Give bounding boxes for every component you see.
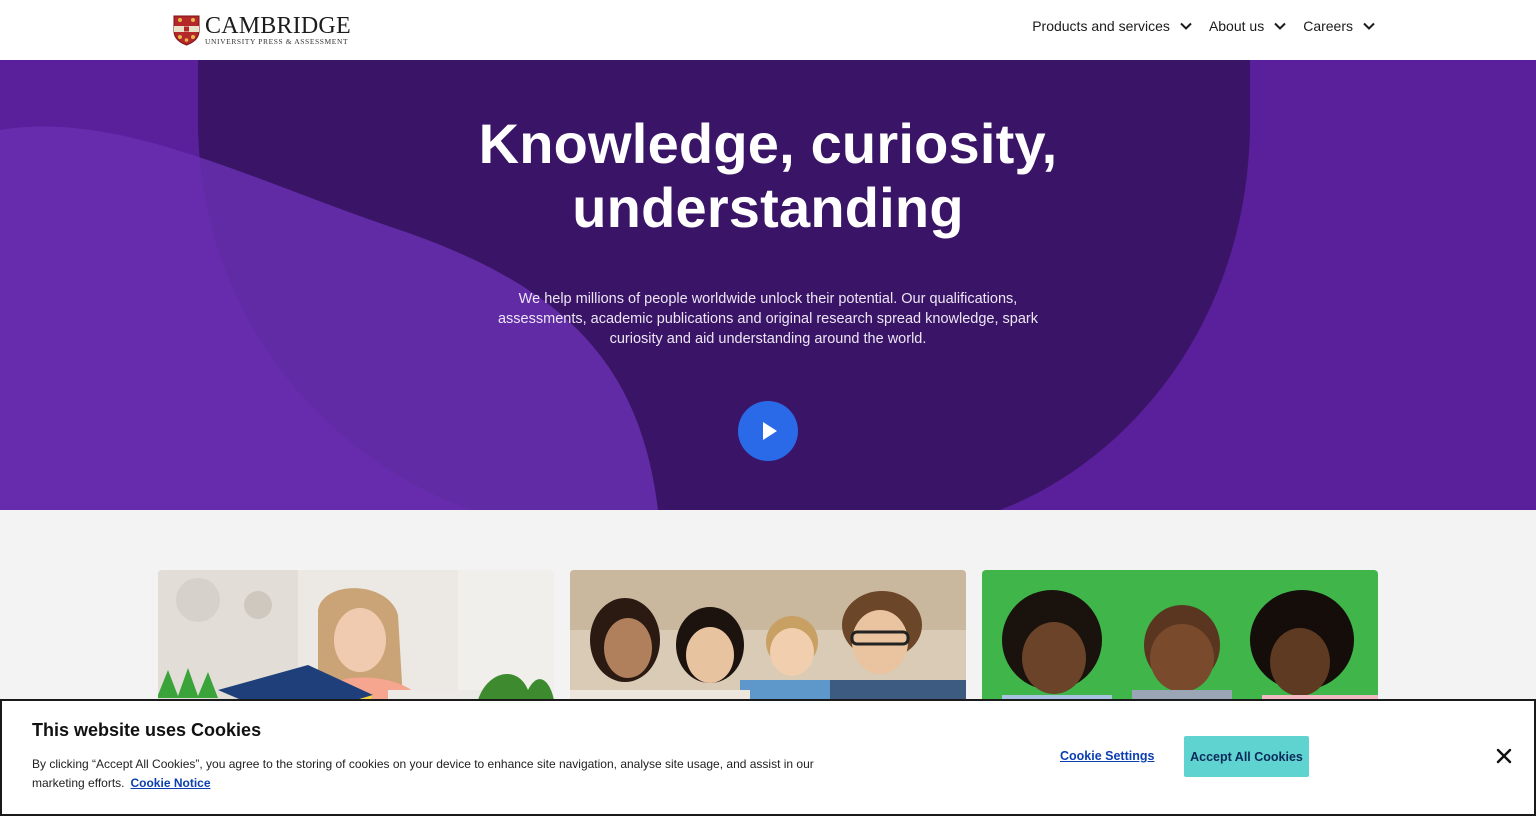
- close-icon: [1496, 748, 1512, 764]
- accept-all-cookies-button[interactable]: Accept All Cookies: [1184, 736, 1309, 777]
- logo-wordmark: CAMBRIDGE: [205, 12, 351, 39]
- nav-label: Careers: [1303, 18, 1353, 34]
- cambridge-logo[interactable]: CAMBRIDGE UNIVERSITY PRESS & ASSESSMENT: [173, 14, 351, 46]
- cookie-settings-button[interactable]: Cookie Settings: [1060, 749, 1154, 763]
- nav-careers[interactable]: Careers: [1303, 18, 1376, 34]
- nav-products-and-services[interactable]: Products and services: [1032, 18, 1193, 34]
- cambridge-shield-icon: [173, 15, 200, 46]
- site-header: CAMBRIDGE UNIVERSITY PRESS & ASSESSMENT …: [0, 0, 1536, 60]
- hero-subtitle: We help millions of people worldwide unl…: [497, 291, 1038, 347]
- cookie-banner-text: By clicking “Accept All Cookies”, you ag…: [32, 755, 832, 793]
- chevron-down-icon: [1180, 22, 1192, 30]
- hero-title-line-1: Knowledge, curiosity,: [478, 112, 1058, 175]
- main-nav: Products and services About us Careers: [1016, 18, 1376, 34]
- cookie-banner-title: This website uses Cookies: [32, 720, 262, 740]
- close-cookie-banner-button[interactable]: [1494, 746, 1514, 766]
- cookie-banner: This website uses Cookies By clicking “A…: [0, 699, 1536, 816]
- hero-title: Knowledge, curiosity, understanding: [0, 112, 1536, 240]
- hero-title-line-2: understanding: [572, 176, 964, 239]
- chevron-down-icon: [1363, 22, 1375, 30]
- play-icon: [763, 422, 777, 440]
- nav-label: About us: [1208, 18, 1265, 34]
- logo-subtitle: UNIVERSITY PRESS & ASSESSMENT: [205, 36, 349, 46]
- play-video-button[interactable]: [738, 401, 798, 461]
- cookie-notice-link[interactable]: Cookie Notice: [130, 776, 210, 790]
- chevron-down-icon: [1274, 22, 1286, 30]
- hero-section: Knowledge, curiosity, understanding We h…: [0, 60, 1536, 510]
- nav-label: Products and services: [1032, 18, 1170, 34]
- nav-about-us[interactable]: About us: [1209, 18, 1287, 34]
